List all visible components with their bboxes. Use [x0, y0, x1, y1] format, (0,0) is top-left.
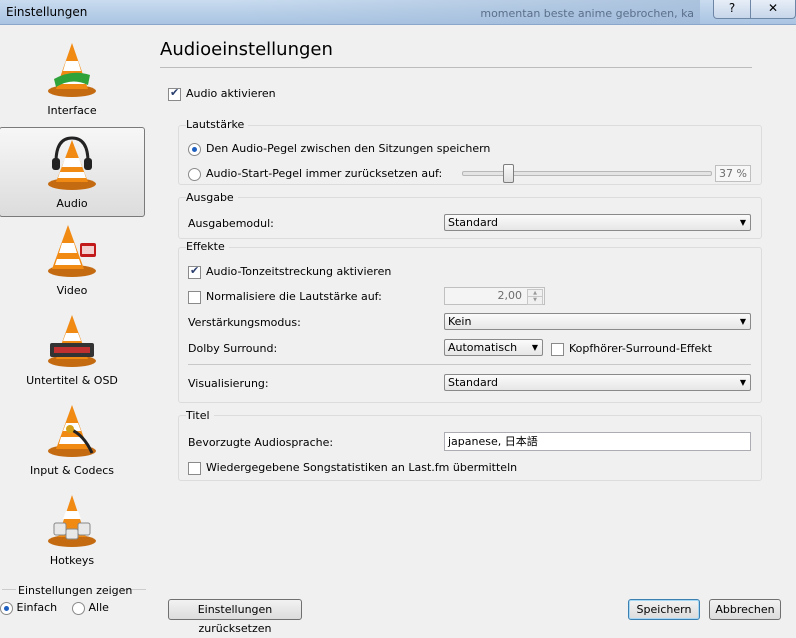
group-border: [2, 589, 16, 590]
volume-slider-thumb[interactable]: [502, 164, 514, 183]
show-all-label: Alle: [88, 601, 109, 614]
effects-group-title: Effekte: [186, 240, 229, 253]
save-level-label: Den Audio-Pegel zwischen den Sitzungen s…: [206, 142, 491, 155]
visualization-value: Standard: [448, 376, 499, 389]
vlc-cone-subtitles-icon: [48, 315, 96, 367]
close-button[interactable]: ✕: [750, 0, 796, 19]
output-module-select[interactable]: Standard ▼: [444, 214, 751, 231]
vlc-cone-cable-icon: [48, 405, 96, 457]
headphone-surround-label: Kopfhörer-Surround-Effekt: [569, 342, 712, 355]
show-settings-group: Einstellungen zeigen Einfach Alle: [0, 583, 146, 621]
checkbox-icon: [188, 290, 201, 304]
background-window-blur: momentan beste anime gebrochen, ka: [230, 0, 700, 24]
save-level-radio[interactable]: Den Audio-Pegel zwischen den Sitzungen s…: [188, 142, 490, 156]
tracks-group-title: Titel: [186, 409, 214, 422]
visualization-select[interactable]: Standard ▼: [444, 374, 751, 391]
spin-down-icon[interactable]: ▼: [527, 296, 543, 305]
dolby-select[interactable]: Automatisch ▼: [444, 339, 543, 356]
help-button[interactable]: ?: [713, 0, 751, 19]
enable-audio-label: Audio aktivieren: [186, 87, 276, 100]
show-settings-caption: Einstellungen zeigen: [18, 584, 133, 597]
chevron-down-icon: ▼: [739, 218, 746, 227]
sidebar-item-video[interactable]: Video: [0, 215, 144, 303]
volume-value-field[interactable]: 37 %: [715, 165, 751, 182]
save-button[interactable]: Speichern: [628, 599, 700, 620]
sidebar-item-label: Untertitel & OSD: [26, 374, 118, 387]
dolby-label: Dolby Surround:: [188, 342, 278, 355]
output-module-value: Standard: [448, 216, 499, 229]
normalize-value: 2,00: [497, 289, 523, 302]
gain-mode-label: Verstärkungsmodus:: [188, 316, 301, 329]
enable-audio-checkbox[interactable]: Audio aktivieren: [168, 86, 276, 101]
category-sidebar: Interface Audio Video Untertitel & OSD I…: [0, 25, 150, 625]
page-title: Audioeinstellungen: [160, 39, 333, 60]
vlc-cone-headphones-icon: [48, 136, 96, 190]
sidebar-item-label: Input & Codecs: [30, 464, 114, 477]
reset-settings-button[interactable]: Einstellungen zurücksetzen: [168, 599, 302, 635]
chevron-down-icon: ▼: [531, 343, 538, 352]
vlc-cone-hotkeys-icon: [48, 495, 96, 547]
dolby-value: Automatisch: [448, 341, 518, 354]
title-bar: Einstellungen momentan beste anime gebro…: [0, 0, 796, 25]
close-icon: ✕: [767, 1, 779, 15]
gain-mode-value: Kein: [448, 315, 472, 328]
preferred-language-label: Bevorzugte Audiosprache:: [188, 436, 334, 449]
sidebar-item-audio[interactable]: Audio: [0, 127, 145, 217]
sidebar-item-label: Hotkeys: [49, 554, 95, 567]
sidebar-item-input-codecs[interactable]: Input & Codecs: [0, 395, 144, 483]
window-title: Einstellungen: [6, 5, 88, 19]
radio-icon: [188, 142, 201, 156]
settings-panel: Audioeinstellungen Audio aktivieren Laut…: [152, 25, 796, 635]
gain-mode-select[interactable]: Kein ▼: [444, 313, 751, 330]
show-all-radio[interactable]: Alle: [72, 601, 109, 615]
background-window-text: momentan beste anime gebrochen, ka: [480, 7, 694, 20]
title-divider: [160, 67, 752, 68]
cancel-button[interactable]: Abbrechen: [709, 599, 781, 620]
headphone-surround-checkbox[interactable]: Kopfhörer-Surround-Effekt: [551, 342, 712, 356]
reset-level-radio[interactable]: Audio-Start-Pegel immer zurücksetzen auf…: [188, 167, 442, 181]
normalize-label: Normalisiere die Lautstärke auf:: [206, 290, 382, 303]
sidebar-item-subtitles[interactable]: Untertitel & OSD: [0, 305, 144, 393]
checkbox-icon: [168, 86, 181, 101]
checkbox-icon: [188, 461, 201, 475]
volume-slider-track[interactable]: [462, 171, 712, 176]
reset-level-label: Audio-Start-Pegel immer zurücksetzen auf…: [206, 167, 443, 180]
lastfm-label: Wiedergegebene Songstatistiken an Last.f…: [206, 461, 518, 474]
lastfm-checkbox[interactable]: Wiedergegebene Songstatistiken an Last.f…: [188, 461, 517, 475]
show-simple-label: Einfach: [16, 601, 58, 614]
checkbox-icon: [551, 342, 564, 356]
volume-group-title: Lautstärke: [186, 118, 249, 131]
help-icon: ?: [728, 1, 736, 15]
radio-icon: [0, 601, 13, 615]
visualization-label: Visualisierung:: [188, 377, 269, 390]
sidebar-item-label: Video: [56, 284, 88, 297]
checkbox-icon: [188, 264, 201, 279]
normalize-value-spinbox[interactable]: 2,00 ▲ ▼: [444, 287, 545, 305]
time-stretch-checkbox[interactable]: Audio-Tonzeitstreckung aktivieren: [188, 264, 392, 279]
time-stretch-label: Audio-Tonzeitstreckung aktivieren: [206, 265, 392, 278]
vlc-cone-icon: [48, 43, 96, 97]
radio-icon: [188, 167, 201, 181]
radio-icon: [72, 601, 85, 615]
vlc-cone-film-icon: [48, 225, 96, 277]
output-group-title: Ausgabe: [186, 191, 238, 204]
chevron-down-icon: ▼: [739, 378, 746, 387]
sidebar-item-label: Audio: [56, 197, 88, 210]
effects-divider: [188, 364, 751, 365]
output-module-label: Ausgabemodul:: [188, 217, 274, 230]
show-simple-radio[interactable]: Einfach: [0, 601, 57, 615]
sidebar-item-label: Interface: [47, 104, 97, 117]
preferred-language-input[interactable]: japanese, 日本語: [444, 432, 751, 451]
chevron-down-icon: ▼: [739, 317, 746, 326]
normalize-checkbox[interactable]: Normalisiere die Lautstärke auf:: [188, 290, 382, 304]
sidebar-item-interface[interactable]: Interface: [0, 35, 144, 123]
sidebar-item-hotkeys[interactable]: Hotkeys: [0, 485, 144, 573]
